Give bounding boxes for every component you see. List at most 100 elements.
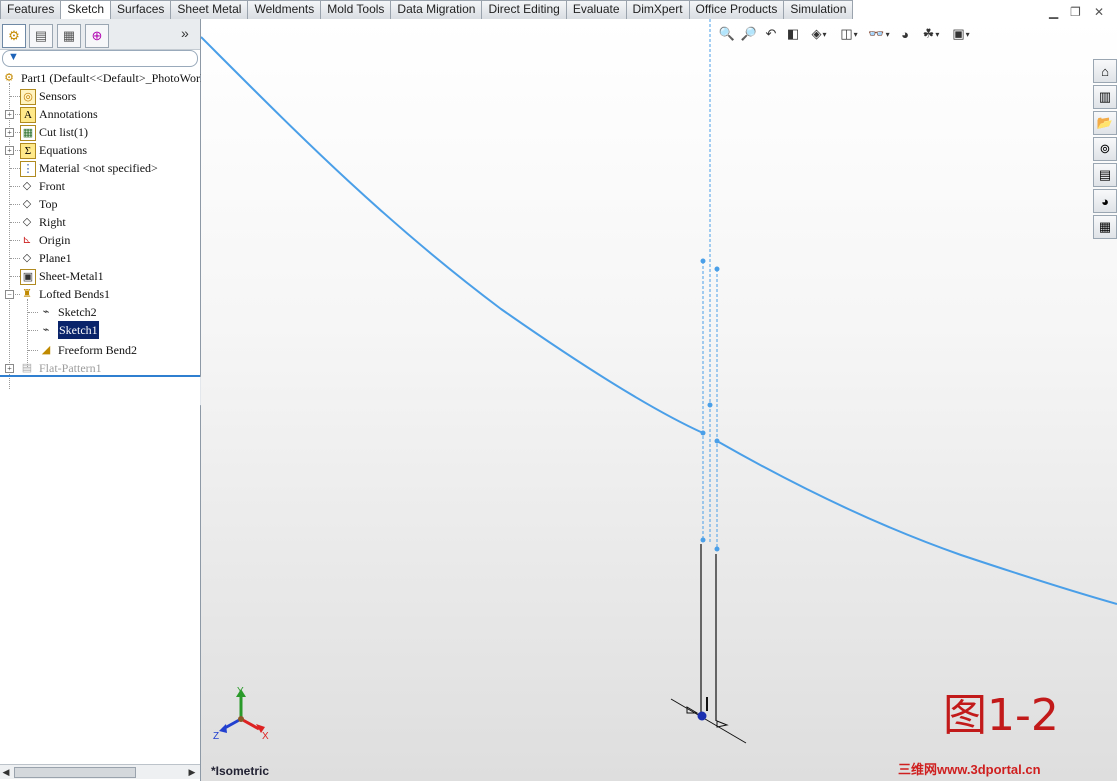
tree-item[interactable]: + A Annotations — [0, 105, 200, 123]
expand-icon[interactable]: + — [5, 110, 14, 119]
view-orientation-label: *Isometric — [211, 764, 270, 778]
appearances-icon[interactable]: ◕ — [1093, 189, 1117, 213]
file-explorer-icon[interactable]: 📂 — [1093, 111, 1117, 135]
panel-tabs: ⚙ ▤ ▦ ⊕ » — [0, 19, 200, 50]
view-palette-icon[interactable]: ▤ — [1093, 163, 1117, 187]
tree-item-label: Sheet-Metal1 — [39, 269, 104, 283]
design-library-icon[interactable]: ▥ — [1093, 85, 1117, 109]
tree-item[interactable]: ◇ Front — [0, 177, 200, 195]
task-pane-tabs: ⌂ ▥ 📂 ⊚ ▤ ◕ ▦ — [1093, 59, 1117, 239]
more-tabs-icon[interactable]: » — [181, 25, 189, 41]
hide-show-items-icon[interactable]: 👓 — [866, 25, 892, 43]
heads-up-view-toolbar: 🔍 🔎 ↶ ◧ ◈ ◫ 👓 ◕ ☘ ▣ — [718, 25, 974, 45]
restore-icon[interactable]: ❐ — [1070, 6, 1081, 18]
featuremanager-tab-icon[interactable]: ⚙ — [2, 24, 26, 48]
figure-caption: 图1-2 — [943, 690, 1059, 741]
sketch-point[interactable] — [714, 438, 720, 444]
tab-data-migration[interactable]: Data Migration — [391, 0, 483, 20]
propertymanager-tab-icon[interactable]: ▤ — [29, 24, 53, 48]
tree-item[interactable]: + ▦ Cut list(1) — [0, 123, 200, 141]
loft-curve-continued[interactable] — [716, 440, 1117, 605]
plane-icon: ◇ — [22, 252, 32, 264]
resources-icon[interactable]: ⌂ — [1093, 59, 1117, 83]
tab-sheet-metal[interactable]: Sheet Metal — [171, 0, 249, 20]
sensors-icon: ◎ — [20, 89, 36, 105]
tab-weldments[interactable]: Weldments — [248, 0, 322, 20]
lofted-bends-icon: ♜ — [22, 288, 32, 300]
sketch-icon: ⌁ — [42, 324, 50, 336]
tab-dimxpert[interactable]: DimXpert — [626, 0, 690, 20]
close-icon[interactable]: ✕ — [1094, 6, 1104, 18]
tree-item-label: Lofted Bends1 — [39, 287, 110, 301]
view-orientation-icon[interactable]: ◈ — [806, 25, 832, 43]
tree-item[interactable]: ◢ Freeform Bend2 — [0, 341, 200, 359]
scrollbar-thumb[interactable] — [14, 767, 136, 778]
minimize-icon[interactable]: ▁ — [1049, 6, 1058, 18]
expand-icon[interactable]: + — [5, 364, 14, 373]
scroll-right-icon[interactable]: ▶ — [186, 765, 198, 779]
tree-filter-input[interactable]: ▼ — [2, 50, 198, 67]
tree-item-label: Front — [39, 179, 66, 193]
featuremanager-panel: ⚙ ▤ ▦ ⊕ » ▼ ⚙ Part1 (Default<<Default>_Ph… — [0, 19, 203, 781]
collapse-icon[interactable]: − — [5, 290, 14, 299]
sketch-point[interactable] — [700, 258, 706, 264]
zoom-to-fit-icon[interactable]: 🔍 — [718, 25, 736, 43]
tree-item[interactable]: ⋮ Material <not specified> — [0, 159, 200, 177]
sheet-metal-icon: ▣ — [20, 269, 36, 285]
tab-features[interactable]: Features — [0, 0, 62, 20]
tree-item[interactable]: ◎ Sensors — [0, 87, 200, 105]
sketch-point[interactable] — [707, 402, 713, 408]
tree-item[interactable]: − ♜ Lofted Bends1 — [0, 285, 200, 303]
tree-item-label: Freeform Bend2 — [58, 343, 137, 357]
tree-item-label: Right — [39, 215, 66, 229]
expand-icon[interactable]: + — [5, 128, 14, 137]
tree-item-label: Origin — [39, 233, 71, 247]
tab-direct-editing[interactable]: Direct Editing — [482, 0, 567, 20]
apply-scene-icon[interactable]: ☘ — [918, 25, 944, 43]
tree-item[interactable]: ◇ Right — [0, 213, 200, 231]
sketch-point[interactable] — [700, 537, 706, 543]
sketch-point[interactable] — [700, 430, 706, 436]
tab-sketch[interactable]: Sketch — [61, 0, 112, 21]
panel-horizontal-scrollbar[interactable]: ◀ ▶ — [0, 764, 200, 779]
tree-item-label: Equations — [39, 143, 87, 157]
cut-list-icon: ▦ — [20, 125, 36, 141]
tree-item-label: Cut list(1) — [39, 125, 89, 139]
tab-surfaces[interactable]: Surfaces — [111, 0, 172, 20]
tree-item[interactable]: ◇ Plane1 — [0, 249, 200, 267]
loft-curve[interactable] — [201, 36, 704, 434]
sketch-point[interactable] — [714, 546, 720, 552]
tree-item[interactable]: ⊾ Origin — [0, 231, 200, 249]
view-settings-icon[interactable]: ▣ — [948, 25, 974, 43]
tree-item[interactable]: ◇ Top — [0, 195, 200, 213]
tab-office-products[interactable]: Office Products — [689, 0, 785, 20]
display-style-icon[interactable]: ◫ — [836, 25, 862, 43]
scroll-left-icon[interactable]: ◀ — [0, 765, 12, 779]
custom-properties-icon[interactable]: ▦ — [1093, 215, 1117, 239]
graphics-area[interactable]: Y X Z 🔍 🔎 ↶ ◧ ◈ ◫ 👓 ◕ ☘ ▣ ⌂ ▥ 📂 ⊚ ▤ ◕ ▦ … — [201, 19, 1117, 781]
dimxpert-tab-icon[interactable]: ⊕ — [85, 24, 109, 48]
zoom-to-area-icon[interactable]: 🔎 — [740, 25, 758, 43]
previous-view-icon[interactable]: ↶ — [762, 25, 780, 43]
tree-item[interactable]: ▣ Sheet-Metal1 — [0, 267, 200, 285]
section-view-icon[interactable]: ◧ — [784, 25, 802, 43]
sketch-point[interactable] — [714, 266, 720, 272]
tree-item-label: Material <not specified> — [39, 161, 158, 175]
tree-item[interactable]: + Σ Equations — [0, 141, 200, 159]
expand-icon[interactable]: + — [5, 146, 14, 155]
rollback-bar[interactable] — [0, 375, 200, 377]
tree-item[interactable]: ⌁ Sketch1 — [0, 321, 200, 339]
model-canvas[interactable]: Y X Z — [201, 19, 1117, 781]
tab-evaluate[interactable]: Evaluate — [566, 0, 627, 20]
tree-item[interactable]: ⌁ Sketch2 — [0, 303, 200, 321]
origin-point[interactable] — [697, 711, 707, 721]
tab-mold-tools[interactable]: Mold Tools — [321, 0, 392, 20]
search-icon[interactable]: ⊚ — [1093, 137, 1117, 161]
plane-icon: ◇ — [22, 198, 32, 210]
sketch-line[interactable] — [670, 698, 747, 744]
edit-appearance-icon[interactable]: ◕ — [896, 25, 914, 43]
relation-marker — [686, 706, 699, 714]
tab-simulation[interactable]: Simulation — [784, 0, 854, 20]
configurationmanager-tab-icon[interactable]: ▦ — [57, 24, 81, 48]
watermark: 三维网www.3dportal.cn — [898, 762, 1041, 777]
